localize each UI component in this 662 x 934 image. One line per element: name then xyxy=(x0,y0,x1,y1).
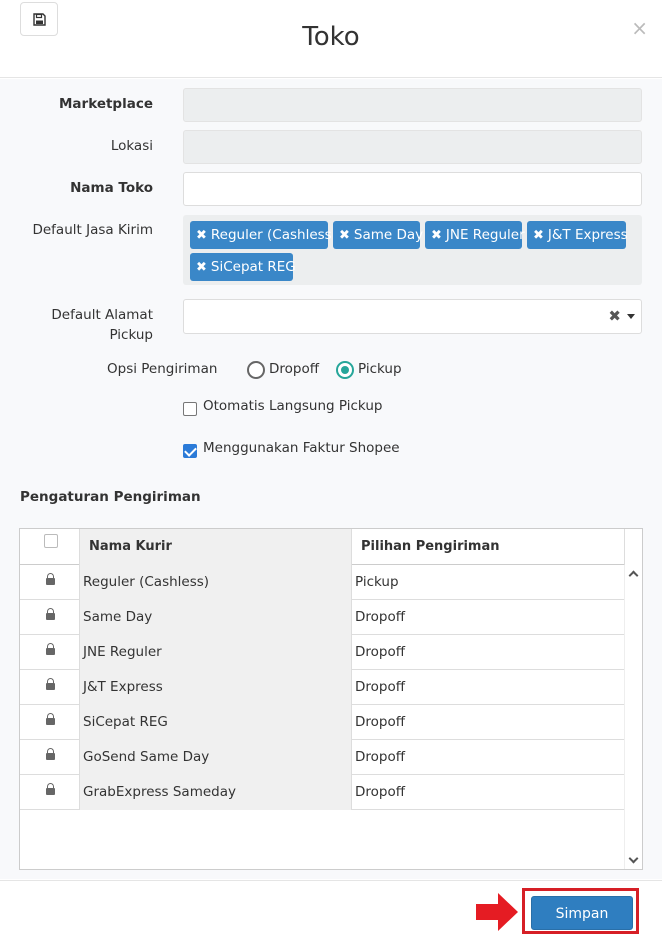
table-row[interactable]: JNE Reguler Dropoff xyxy=(20,635,625,670)
row-kurir: Same Day xyxy=(80,600,352,635)
grid-header: Nama Kurir Pilihan Pengiriman xyxy=(20,529,625,565)
table-row[interactable]: Same Day Dropoff xyxy=(20,600,625,635)
scroll-up-icon[interactable] xyxy=(628,570,639,581)
lock-icon xyxy=(46,713,55,725)
lock-icon xyxy=(46,643,55,655)
alamat-label: Default Alamat xyxy=(51,307,153,323)
checkbox-auto-pickup[interactable] xyxy=(183,402,197,416)
jasa-kirim-multiselect[interactable]: ✖ Reguler (Cashless) ✖ Same Day ✖ JNE Regul… xyxy=(183,215,642,285)
header-select-cell xyxy=(20,529,80,565)
row-pilihan[interactable]: Pickup xyxy=(352,565,625,600)
row-kurir: SiCepat REG xyxy=(80,705,352,740)
table-row[interactable]: GrabExpress Sameday Dropoff xyxy=(20,775,625,810)
row-kurir: GoSend Same Day xyxy=(80,740,352,775)
tag-reguler-cashless[interactable]: ✖ Reguler (Cashless) xyxy=(190,221,337,249)
close-icon[interactable]: × xyxy=(631,18,648,38)
lock-icon xyxy=(46,573,55,585)
remove-tag-icon[interactable]: ✖ xyxy=(431,228,442,243)
modal-header: Toko × xyxy=(0,0,662,78)
row-pilihan[interactable]: Dropoff xyxy=(352,775,625,810)
row-lock-cell xyxy=(20,670,80,705)
alamat-pickup-select[interactable]: ✖ xyxy=(183,299,642,334)
remove-tag-icon[interactable]: ✖ xyxy=(533,228,544,243)
simpan-button[interactable]: Simpan xyxy=(531,896,633,930)
row-lock-cell xyxy=(20,740,80,775)
jasa-kirim-label: Default Jasa Kirim xyxy=(32,222,153,238)
lock-icon xyxy=(46,678,55,690)
radio-pickup[interactable] xyxy=(336,361,354,379)
tag-jne-reguler[interactable]: ✖ JNE Reguler xyxy=(425,221,525,249)
lokasi-label: Lokasi xyxy=(110,138,153,154)
row-kurir: Reguler (Cashless) xyxy=(80,565,352,600)
remove-tag-icon[interactable]: ✖ xyxy=(196,228,207,243)
table-row[interactable]: GoSend Same Day Dropoff xyxy=(20,740,625,775)
row-lock-cell xyxy=(20,775,80,810)
clear-icon[interactable]: ✖ xyxy=(608,307,621,325)
row-kurir: J&T Express xyxy=(80,670,352,705)
row-pilihan[interactable]: Dropoff xyxy=(352,740,625,775)
table-row[interactable]: SiCepat REG Dropoff xyxy=(20,705,625,740)
tag-jt-express[interactable]: ✖ J&T Express xyxy=(527,221,628,249)
row-pilihan[interactable]: Dropoff xyxy=(352,705,625,740)
faktur-shopee-label: Menggunakan Faktur Shopee xyxy=(203,440,400,456)
col-pilihan-pengiriman[interactable]: Pilihan Pengiriman xyxy=(352,529,625,565)
radio-dropoff-label: Dropoff xyxy=(269,361,320,377)
auto-pickup-label: Otomatis Langsung Pickup xyxy=(203,398,383,414)
row-kurir: GrabExpress Sameday xyxy=(80,775,352,810)
row-pilihan[interactable]: Dropoff xyxy=(352,670,625,705)
tag-sicepat-reg[interactable]: ✖ SiCepat REG xyxy=(190,253,296,281)
nama-toko-label: Nama Toko xyxy=(70,180,153,196)
row-pilihan[interactable]: Dropoff xyxy=(352,600,625,635)
lock-icon xyxy=(46,783,55,795)
remove-tag-icon[interactable]: ✖ xyxy=(339,228,350,243)
alamat-label-line2: Pickup xyxy=(109,327,153,343)
table-row[interactable]: J&T Express Dropoff xyxy=(20,670,625,705)
remove-tag-icon[interactable]: ✖ xyxy=(196,260,207,275)
select-all-checkbox[interactable] xyxy=(44,534,58,548)
row-lock-cell xyxy=(20,635,80,670)
marketplace-field xyxy=(183,88,642,122)
radio-pickup-label: Pickup xyxy=(358,361,402,377)
lock-icon xyxy=(46,608,55,620)
section-title: Pengaturan Pengiriman xyxy=(20,489,201,505)
opsi-pengiriman-label: Opsi Pengiriman xyxy=(107,361,218,377)
row-pilihan[interactable]: Dropoff xyxy=(352,635,625,670)
radio-dropoff[interactable] xyxy=(247,361,265,379)
lock-icon xyxy=(46,748,55,760)
tag-same-day[interactable]: ✖ Same Day xyxy=(333,221,423,249)
modal-title: Toko xyxy=(302,22,360,52)
nama-toko-input[interactable] xyxy=(183,172,642,206)
row-lock-cell xyxy=(20,705,80,740)
marketplace-label: Marketplace xyxy=(59,96,153,112)
scroll-down-icon[interactable] xyxy=(628,853,639,864)
shipping-grid: Nama Kurir Pilihan Pengiriman Reguler (C… xyxy=(19,528,643,870)
chevron-down-icon[interactable] xyxy=(627,314,635,319)
lokasi-field xyxy=(183,130,642,164)
checkbox-faktur-shopee[interactable] xyxy=(183,444,197,458)
row-lock-cell xyxy=(20,600,80,635)
col-nama-kurir[interactable]: Nama Kurir xyxy=(80,529,352,565)
row-lock-cell xyxy=(20,565,80,600)
table-row[interactable]: Reguler (Cashless) Pickup xyxy=(20,565,625,600)
row-kurir: JNE Reguler xyxy=(80,635,352,670)
grid-scrollbar[interactable] xyxy=(624,565,642,869)
red-arrow-icon xyxy=(476,893,518,931)
